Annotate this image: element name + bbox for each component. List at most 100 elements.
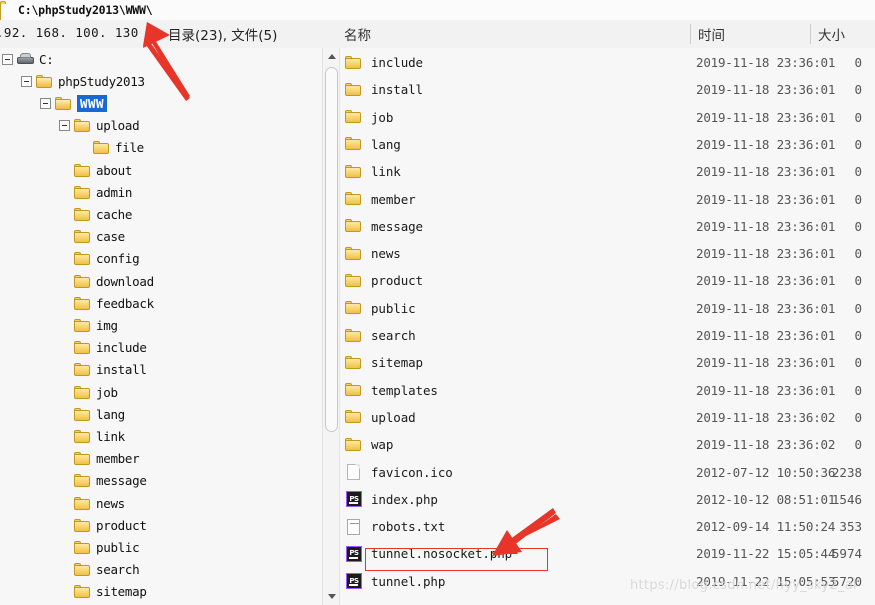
directory-tree-pane[interactable]: C: phpStudy2013 WWW upload file about admin cac… — [0, 48, 322, 605]
file-time: 2019-11-18 23:36:01 — [696, 164, 836, 180]
folder-open-icon — [55, 96, 71, 110]
column-header-size[interactable]: 大小 — [818, 24, 845, 44]
scrollbar-thumb[interactable] — [325, 67, 338, 432]
collapse-icon[interactable] — [40, 97, 51, 109]
path-bar[interactable]: C:\phpStudy2013\WWW\ — [0, 0, 875, 24]
file-row[interactable]: lang 2019-11-18 23:36:01 0 — [340, 131, 875, 158]
folder-icon — [74, 230, 90, 244]
scroll-down-arrow-icon[interactable] — [323, 588, 340, 605]
file-row[interactable]: robots.txt 2012-09-14 11:50:24 353 — [340, 513, 875, 540]
file-size: 1546 — [831, 491, 862, 507]
tree-item-label: WWW — [77, 94, 108, 112]
tree-item-install[interactable]: install — [0, 359, 147, 381]
folder-icon — [345, 355, 363, 371]
tree-item-upload[interactable]: upload — [0, 115, 140, 137]
file-row[interactable]: sitemap 2019-11-18 23:36:01 0 — [340, 349, 875, 376]
folder-icon — [345, 328, 363, 344]
folder-open-icon — [74, 119, 90, 133]
collapse-icon[interactable] — [59, 120, 70, 132]
file-list-pane[interactable]: include 2019-11-18 23:36:01 0 install 2019-1… — [340, 48, 875, 605]
folder-icon — [345, 300, 363, 316]
tree-item-search[interactable]: search — [0, 559, 140, 581]
tree-item-admin[interactable]: admin — [0, 181, 132, 203]
tree-item-label: cache — [96, 206, 133, 222]
tree-item-link[interactable]: link — [0, 425, 125, 447]
file-row[interactable]: product 2019-11-18 23:36:01 0 — [340, 267, 875, 294]
tree-item-img[interactable]: img — [0, 314, 118, 336]
tree-item-product[interactable]: product — [0, 514, 147, 536]
tree-item-C:[interactable]: C: — [0, 48, 54, 70]
file-name: robots.txt — [371, 519, 446, 535]
file-time: 2019-11-18 23:36:01 — [696, 55, 836, 70]
file-row[interactable]: search 2019-11-18 23:36:01 0 — [340, 322, 875, 349]
tree-item-job[interactable]: job — [0, 381, 118, 403]
tree-item-file[interactable]: file — [0, 137, 144, 159]
folder-icon — [345, 246, 363, 262]
tree-item-label: include — [96, 340, 147, 356]
file-size: 0 — [854, 136, 862, 152]
tree-item-download[interactable]: download — [0, 270, 154, 292]
tree-item-label: upload — [96, 118, 140, 134]
file-time: 2019-11-18 23:36:01 — [696, 191, 836, 207]
file-row[interactable]: wap 2019-11-18 23:36:02 0 — [340, 431, 875, 458]
file-row[interactable]: PS index.php 2012-10-12 08:51:01 1546 — [340, 486, 875, 513]
column-header-time[interactable]: 时间 — [698, 24, 725, 44]
tree-item-cache[interactable]: cache — [0, 203, 132, 225]
file-row[interactable]: templates 2019-11-18 23:36:01 0 — [340, 377, 875, 404]
tree-item-WWW[interactable]: WWW — [0, 92, 108, 114]
folder-icon — [74, 496, 90, 510]
tree-item-config[interactable]: config — [0, 248, 140, 270]
tree-item-label: job — [96, 384, 118, 400]
file-row[interactable]: member 2019-11-18 23:36:01 0 — [340, 186, 875, 213]
file-row[interactable]: upload 2019-11-18 23:36:02 0 — [340, 404, 875, 431]
drive-icon — [17, 53, 34, 65]
text-file-icon — [345, 518, 363, 535]
file-name: favicon.ico — [371, 464, 453, 480]
collapse-icon[interactable] — [21, 75, 32, 87]
file-name: news — [371, 246, 401, 262]
folder-open-icon — [36, 74, 52, 88]
file-row[interactable]: include 2019-11-18 23:36:01 0 — [340, 49, 875, 76]
tree-item-label: config — [96, 251, 140, 267]
file-row[interactable]: install 2019-11-18 23:36:01 0 — [340, 76, 875, 103]
file-row[interactable]: job 2019-11-18 23:36:01 0 — [340, 104, 875, 131]
file-row[interactable]: public 2019-11-18 23:36:01 0 — [340, 295, 875, 322]
tree-item-label: link — [96, 428, 125, 444]
file-row[interactable]: message 2019-11-18 23:36:01 0 — [340, 213, 875, 240]
file-row[interactable]: news 2019-11-18 23:36:01 0 — [340, 240, 875, 267]
file-row[interactable]: link 2019-11-18 23:36:01 0 — [340, 158, 875, 185]
column-header-name[interactable]: 名称 — [344, 24, 371, 44]
folder-icon — [74, 540, 90, 554]
tree-item-message[interactable]: message — [0, 470, 147, 492]
file-time: 2019-11-18 23:36:01 — [696, 82, 836, 98]
file-row[interactable]: PS tunnel.nosocket.php 2019-11-22 15:05:44… — [340, 540, 875, 567]
tree-item-lang[interactable]: lang — [0, 403, 125, 425]
scroll-up-arrow-icon[interactable] — [323, 48, 340, 65]
tree-item-member[interactable]: member — [0, 448, 140, 470]
tree-item-news[interactable]: news — [0, 492, 125, 514]
tree-item-phpStudy2013[interactable]: phpStudy2013 — [0, 70, 145, 92]
column-header-bar: .92. 168. 100. 130 目录(23), 文件(5) 名称 时间 大… — [0, 20, 875, 49]
folder-icon — [345, 409, 363, 425]
php-file-icon: PS — [345, 491, 363, 508]
tree-item-public[interactable]: public — [0, 536, 140, 558]
folder-icon — [74, 429, 90, 443]
file-row[interactable]: favicon.ico 2012-07-12 10:50:36 2238 — [340, 459, 875, 486]
tree-scrollbar[interactable] — [322, 48, 340, 605]
folder-icon — [345, 437, 363, 453]
tree-item-case[interactable]: case — [0, 226, 125, 248]
tree-item-about[interactable]: about — [0, 159, 132, 181]
file-time: 2019-11-18 23:36:02 — [696, 409, 836, 425]
tree-item-include[interactable]: include — [0, 337, 147, 359]
folder-icon — [74, 385, 90, 399]
file-row[interactable]: PS tunnel.php 2019-11-22 15:05:53 5720 — [340, 568, 875, 595]
tree-item-sitemap[interactable]: sitemap — [0, 581, 147, 603]
tree-item-feedback[interactable]: feedback — [0, 292, 154, 314]
file-name: job — [371, 109, 394, 125]
collapse-icon[interactable] — [2, 53, 13, 65]
file-time: 2019-11-18 23:36:01 — [696, 355, 836, 371]
current-path: C:\phpStudy2013\WWW\ — [18, 3, 153, 17]
folder-icon — [345, 164, 363, 180]
file-name: upload — [371, 409, 416, 425]
folder-icon — [345, 273, 363, 289]
